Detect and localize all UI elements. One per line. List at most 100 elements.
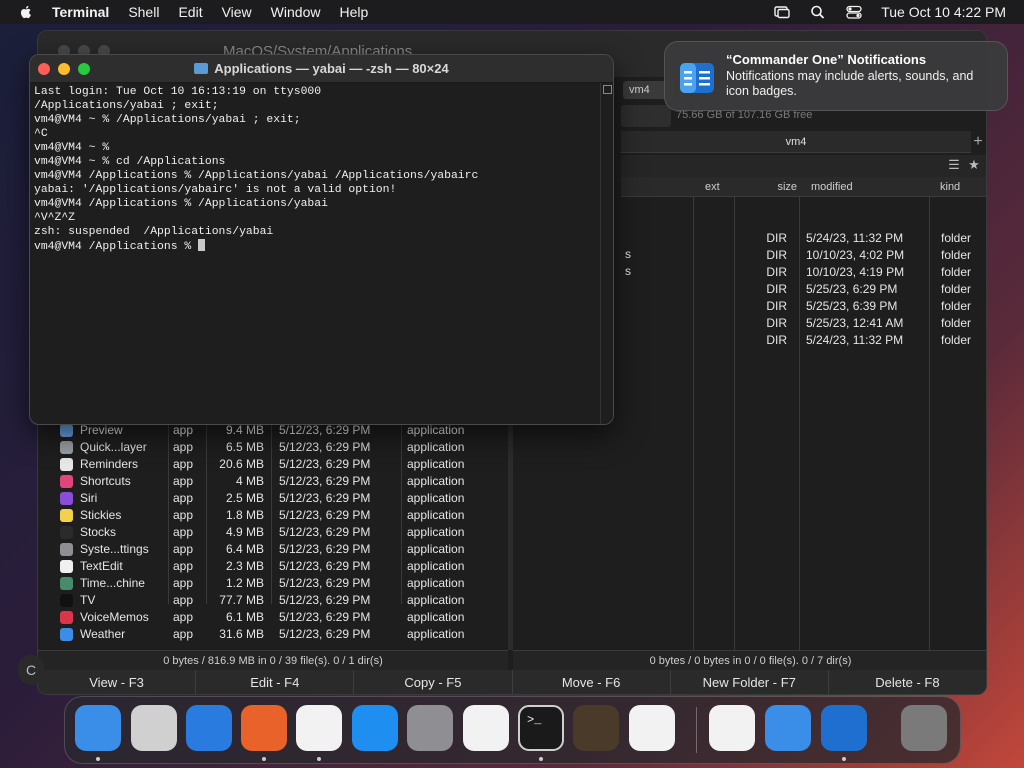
col-name-head[interactable]	[621, 177, 693, 197]
visual-studio-icon[interactable]	[709, 705, 755, 751]
table-row[interactable]: Siri app 2.5 MB 5/12/23, 6:29 PM application	[38, 490, 508, 507]
edit-f4-button[interactable]: Edit - F4	[196, 670, 355, 694]
row-kind: folder	[941, 316, 972, 330]
search-icon[interactable]	[809, 4, 827, 20]
col-kind-head[interactable]: kind	[929, 177, 986, 197]
table-row[interactable]: Quick...layer app 6.5 MB 5/12/23, 6:29 PM ap…	[38, 439, 508, 456]
menu-window[interactable]: Window	[271, 4, 321, 20]
side-c-button[interactable]: C	[18, 655, 44, 685]
chrome-icon[interactable]	[296, 705, 342, 751]
row-modified: 5/12/23, 6:29 PM	[279, 542, 371, 556]
table-row[interactable]: Syste...ttings app 6.4 MB 5/12/23, 6:29 PM a…	[38, 541, 508, 558]
list-view-icon[interactable]: ☰	[945, 157, 963, 175]
col-modified-head[interactable]: modified	[799, 177, 929, 197]
table-row[interactable]: Weather app 31.6 MB 5/12/23, 6:29 PM applica…	[38, 626, 508, 643]
table-row[interactable]: DIR 5/24/23, 11:32 PM folder	[621, 230, 986, 247]
table-row[interactable]: DIR 10/10/23, 4:02 PM folder	[621, 247, 986, 264]
row-kind: folder	[941, 282, 972, 296]
row-kind: application	[407, 593, 465, 607]
col-ext-head[interactable]: ext	[693, 177, 734, 197]
terminal-title: Applications — yabai — -zsh — 80×24	[214, 61, 449, 76]
terminal-line: vm4@VM4 ~ % cd /Applications	[34, 156, 226, 168]
terminal-prompt-line[interactable]: vm4@VM4 /Applications %	[34, 239, 599, 253]
table-row[interactable]: DIR 5/25/23, 12:41 AM folder	[621, 315, 986, 332]
menu-edit[interactable]: Edit	[178, 4, 202, 20]
commander-one-icon[interactable]	[821, 705, 867, 751]
app-icon	[60, 594, 73, 607]
vscode-icon[interactable]	[629, 705, 675, 751]
row-modified: 5/12/23, 6:29 PM	[279, 508, 371, 522]
table-row[interactable]: TextEdit app 2.3 MB 5/12/23, 6:29 PM applica…	[38, 558, 508, 575]
table-row[interactable]: DIR 5/24/23, 11:32 PM folder	[621, 332, 986, 349]
table-row[interactable]: TV app 77.7 MB 5/12/23, 6:29 PM application	[38, 592, 508, 609]
app-icon	[60, 492, 73, 505]
table-row[interactable]: DIR 10/10/23, 4:19 PM folder	[621, 264, 986, 281]
row-name: Siri	[80, 491, 98, 505]
apple-logo-icon[interactable]	[18, 4, 34, 20]
favorites-star-icon[interactable]: ★	[965, 157, 983, 175]
col-size-head[interactable]: size	[734, 177, 799, 197]
system-settings-icon[interactable]	[407, 705, 453, 751]
row-modified: 5/12/23, 6:29 PM	[279, 440, 371, 454]
notification-banner[interactable]: “Commander One” Notifications Notificati…	[664, 41, 1008, 111]
row-name: Time...chine	[80, 576, 145, 590]
row-modified: 5/12/23, 6:29 PM	[279, 576, 371, 590]
table-row[interactable]: Stickies app 1.8 MB 5/12/23, 6:29 PM applica…	[38, 507, 508, 524]
menu-app-name[interactable]: Terminal	[52, 4, 109, 20]
add-tab-button[interactable]: +	[968, 131, 986, 153]
move-f6-button[interactable]: Move - F6	[513, 670, 671, 694]
row-kind: application	[407, 508, 465, 522]
new-folder-f7-button[interactable]: New Folder - F7	[671, 670, 829, 694]
menu-shell[interactable]: Shell	[128, 4, 159, 20]
control-center-icon[interactable]	[845, 4, 863, 20]
terminal-line: vm4@VM4 ~ % /Applications/yabai ; exit;	[34, 114, 301, 126]
table-row[interactable]: VoiceMemos app 6.1 MB 5/12/23, 6:29 PM appli…	[38, 609, 508, 626]
row-size: 2.5 MB	[225, 491, 264, 505]
commander-one-app-icon	[680, 63, 714, 93]
row-modified: 5/12/23, 6:29 PM	[279, 610, 371, 624]
firefox-icon[interactable]	[241, 705, 287, 751]
table-row[interactable]: DIR 5/25/23, 6:39 PM folder	[621, 298, 986, 315]
row-size: 2.3 MB	[225, 559, 264, 573]
row-modified: 5/12/23, 6:29 PM	[279, 559, 371, 573]
menu-view[interactable]: View	[222, 4, 252, 20]
textedit-icon[interactable]	[463, 705, 509, 751]
row-ext: app	[173, 423, 194, 437]
menu-help[interactable]: Help	[339, 4, 368, 20]
terminal-scrollbar[interactable]	[600, 83, 613, 424]
row-modified: 5/12/23, 6:29 PM	[279, 423, 371, 437]
row-ext: app	[173, 593, 194, 607]
row-ext: app	[173, 525, 194, 539]
row-size: 31.6 MB	[219, 627, 264, 641]
disk-selector[interactable]	[621, 105, 671, 127]
launchpad-icon[interactable]	[131, 705, 177, 751]
finder-icon[interactable]	[75, 705, 121, 751]
right-tab-vm4[interactable]: vm4	[621, 131, 971, 153]
window-switch-icon[interactable]	[773, 4, 791, 20]
table-row[interactable]: Reminders app 20.6 MB 5/12/23, 6:29 PM appli…	[38, 456, 508, 473]
terminal-line: Last login: Tue Oct 10 16:13:19 on ttys0…	[34, 86, 322, 98]
terminal-line: vm4@VM4 /Applications % /Applications/ya…	[34, 198, 328, 210]
table-row[interactable]: Stocks app 4.9 MB 5/12/23, 6:29 PM applicati…	[38, 524, 508, 541]
row-kind: folder	[941, 231, 972, 245]
table-row[interactable]: Time...chine app 1.2 MB 5/12/23, 6:29 PM app…	[38, 575, 508, 592]
row-size: 6.4 MB	[225, 542, 264, 556]
garageband-icon[interactable]	[573, 705, 619, 751]
row-name: Syste...ttings	[80, 542, 149, 556]
running-indicator	[317, 757, 321, 761]
table-row[interactable]: DIR 5/25/23, 6:29 PM folder	[621, 281, 986, 298]
terminal-window[interactable]: Applications — yabai — -zsh — 80×24 Last…	[29, 54, 614, 425]
table-row[interactable]: Shortcuts app 4 MB 5/12/23, 6:29 PM applicat…	[38, 473, 508, 490]
delete-f8-button[interactable]: Delete - F8	[829, 670, 986, 694]
terminal-output[interactable]: Last login: Tue Oct 10 16:13:19 on ttys0…	[34, 85, 599, 423]
terminal-titlebar[interactable]: Applications — yabai — -zsh — 80×24	[30, 55, 613, 83]
app-store-icon[interactable]	[352, 705, 398, 751]
menu-clock[interactable]: Tue Oct 10 4:22 PM	[881, 4, 1006, 20]
weather-app-icon[interactable]	[765, 705, 811, 751]
row-name: Preview	[80, 423, 123, 437]
trash-icon[interactable]	[901, 705, 947, 751]
copy-f5-button[interactable]: Copy - F5	[354, 670, 513, 694]
view-f3-button[interactable]: View - F3	[38, 670, 197, 694]
terminal-icon[interactable]: >_	[518, 705, 564, 751]
safari-icon[interactable]	[186, 705, 232, 751]
